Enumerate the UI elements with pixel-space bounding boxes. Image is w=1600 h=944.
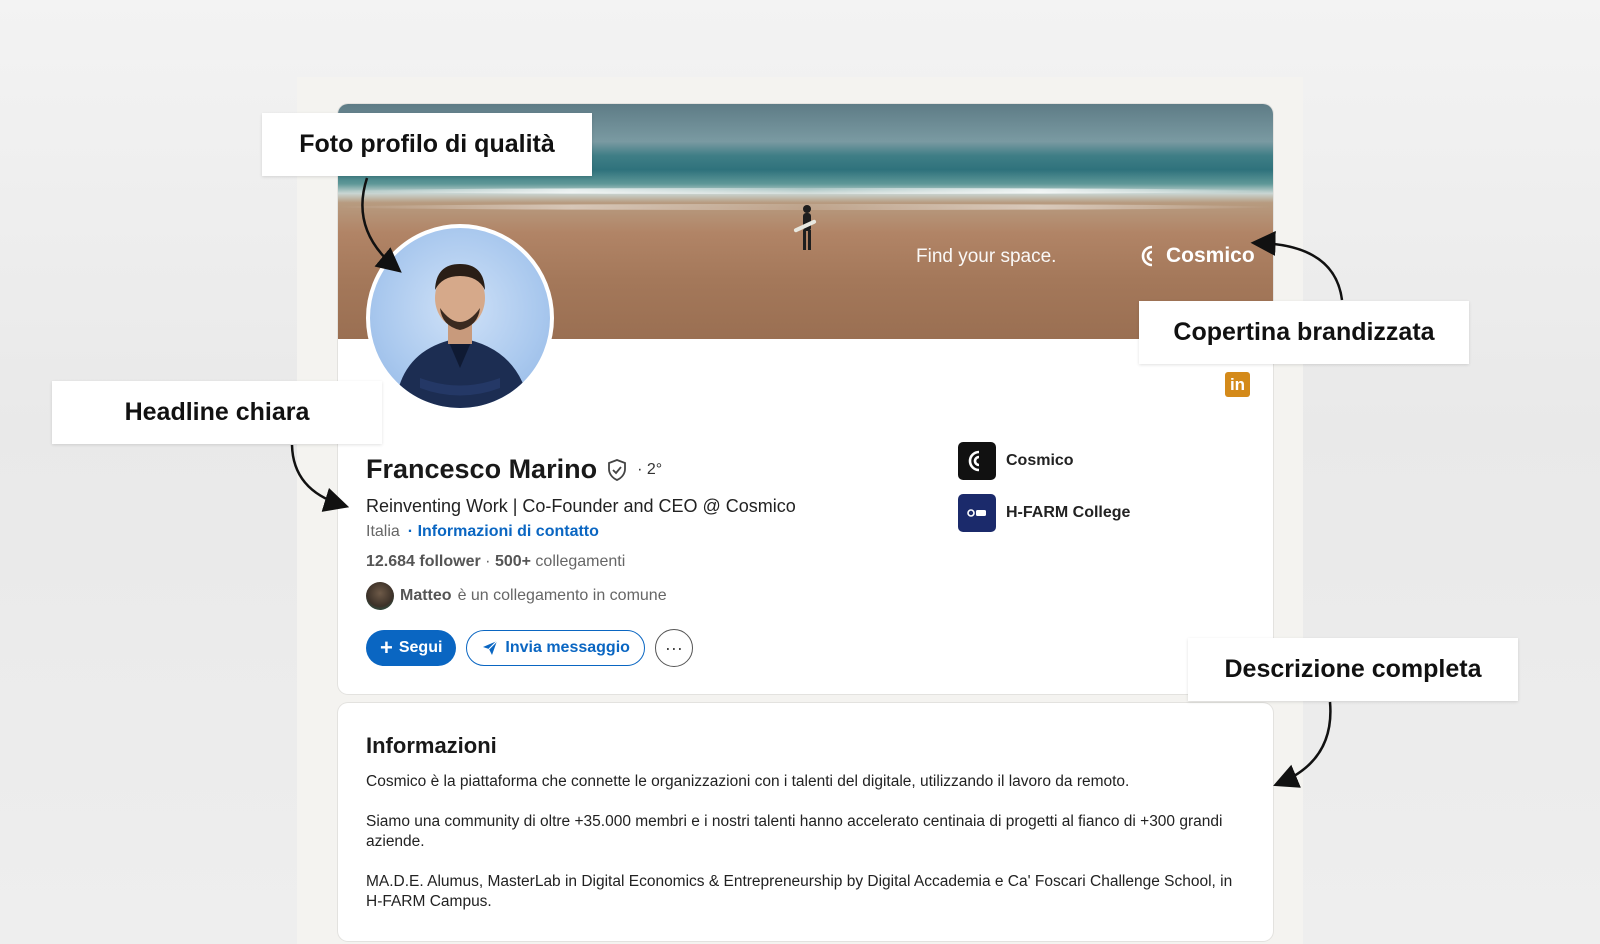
mutual-name: Matteo [400,587,452,604]
company-name: H-FARM College [1006,504,1131,521]
more-options-button[interactable]: ··· [654,629,693,667]
connection-degree: · 2° [637,460,663,478]
company-item-h-farm[interactable]: H-FARM College [958,494,1130,532]
person-portrait [395,264,530,408]
location-row: Italia · Informazioni di contatto [366,523,599,541]
about-card: Informazioni Cosmico è la piattaforma ch… [338,703,1273,941]
wave-line [338,188,1273,194]
cosmico-logo-icon [1141,245,1153,267]
about-paragraph: Cosmico è la piattaforma che connette le… [366,773,1130,790]
about-title: Informazioni [366,733,497,758]
followers-count[interactable]: 12.684 follower [366,553,481,570]
follow-label: Segui [398,639,443,656]
send-icon [483,640,498,655]
surfer-figure [793,205,817,250]
callout-photo: Foto profilo di qualità [262,113,592,176]
connections-label: collegamenti [530,553,626,570]
profile-card: Find your space. Cosmico in Francesco Ma… [338,104,1273,694]
stats-separator: · [480,553,495,570]
callout-headline: Headline chiara [52,381,382,444]
plus-icon: + [380,635,393,660]
message-button[interactable]: Invia messaggio [466,630,645,666]
action-buttons: + Segui Invia messaggio ··· [366,629,693,667]
company-item-cosmico[interactable]: Cosmico [958,442,1074,480]
about-paragraph: Siamo una community di oltre +35.000 mem… [366,813,1223,850]
about-paragraph: MA.D.E. Alumus, MasterLab in Digital Eco… [366,873,1233,910]
profile-location: Italia [366,523,400,540]
linkedin-icon: in [1225,372,1250,397]
h-farm-logo-icon [958,494,996,532]
ellipsis-icon: ··· [664,637,683,658]
mutual-connection-row[interactable]: Matteo è un collegamento in comune [366,582,667,610]
profile-name: Francesco Marino [366,454,598,484]
verified-shield-icon[interactable] [605,458,629,482]
cover-brand-label: Cosmico [1166,244,1255,267]
callout-description: Descrizione completa [1188,638,1518,701]
cosmico-logo-icon [958,442,996,480]
mutual-text: è un collegamento in comune [457,587,667,604]
company-name: Cosmico [1006,452,1074,469]
connections-count[interactable]: 500+ [495,553,531,570]
follow-button[interactable]: + Segui [366,630,457,666]
name-row: Francesco Marino · 2° [366,454,662,485]
stats-row: 12.684 follower · 500+ collegamenti [366,553,625,571]
cover-tagline: Find your space. [916,246,1057,267]
callout-cover: Copertina brandizzata [1139,301,1469,364]
profile-photo[interactable] [366,224,554,412]
mutual-avatar [366,582,394,610]
profile-headline: Reinventing Work | Co-Founder and CEO @ … [366,496,796,516]
contact-info-link[interactable]: · Informazioni di contatto [408,523,599,541]
message-label: Invia messaggio [505,639,630,656]
cover-brand: Cosmico [1138,244,1255,268]
